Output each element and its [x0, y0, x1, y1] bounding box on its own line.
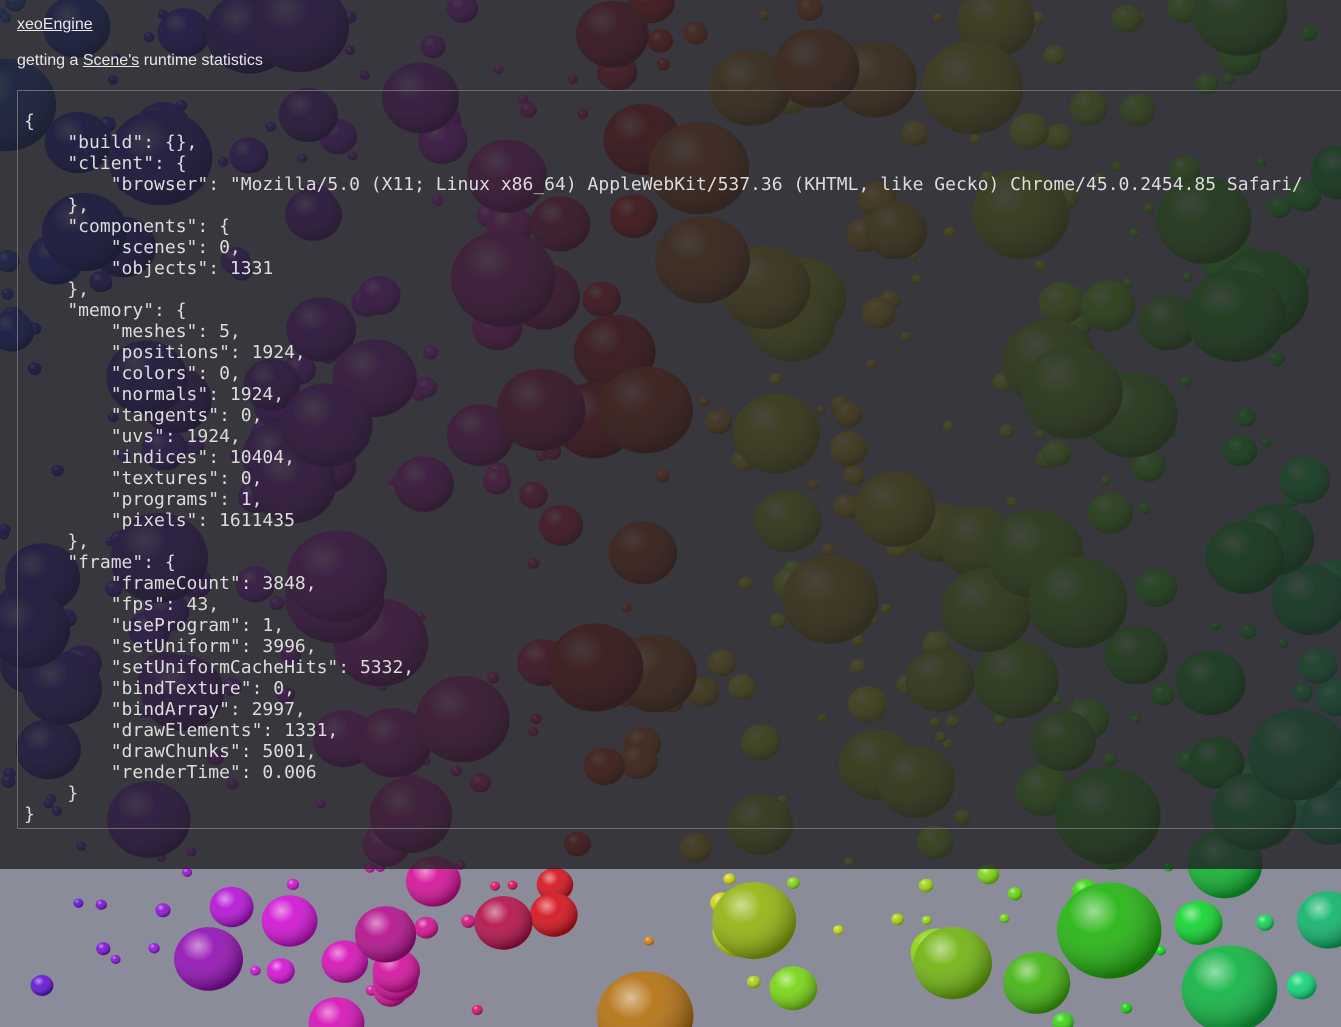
sphere: [913, 927, 992, 1000]
json-punctuation-line: },: [67, 279, 90, 300]
scene-link[interactable]: Scene's: [83, 52, 139, 69]
sphere: [354, 906, 417, 963]
title-link[interactable]: xeoEngine: [17, 16, 93, 34]
sphere: [1256, 914, 1274, 931]
stat-line-frame-bindTexture: "bindTexture": 0,: [110, 678, 295, 699]
sphere: [529, 892, 578, 937]
sphere: [1120, 1002, 1133, 1014]
stat-line-components-objects: "objects": 1331: [110, 258, 274, 279]
sphere: [155, 903, 171, 918]
sphere: [891, 913, 904, 926]
sphere: [1003, 952, 1071, 1014]
sphere: [96, 942, 111, 956]
sphere: [261, 895, 318, 947]
sphere: [1057, 882, 1162, 979]
stat-line-memory-meshes: "meshes": 5,: [110, 321, 241, 342]
subtitle: getting a Scene's runtime statistics: [17, 52, 263, 70]
stat-line-client-browser: "browser": "Mozilla/5.0 (X11; Linux x86_…: [110, 174, 1303, 195]
stat-line-frame-drawChunks: "drawChunks": 5001,: [110, 741, 317, 762]
sphere: [1174, 900, 1223, 945]
sphere: [148, 943, 160, 954]
sphere: [490, 881, 501, 891]
subtitle-suffix: runtime statistics: [139, 52, 263, 69]
sphere: [461, 914, 476, 928]
stat-line-components-scenes: "scenes": 0,: [110, 237, 241, 258]
json-punctuation-line: "frame": {: [67, 552, 176, 573]
stat-line-memory-positions: "positions": 1924,: [110, 342, 306, 363]
sphere: [30, 974, 54, 996]
sphere: [73, 898, 84, 908]
json-punctuation-line: },: [67, 531, 90, 552]
stat-line-memory-tangents: "tangents": 0,: [110, 405, 263, 426]
json-punctuation-line: "components": {: [67, 216, 230, 237]
stat-line-memory-colors: "colors": 0,: [110, 363, 241, 384]
sphere: [644, 936, 654, 946]
stats-panel: { "build": {}, "client": { "browser": "M…: [17, 90, 1341, 829]
stat-line-frame-bindArray: "bindArray": 2997,: [110, 699, 306, 720]
json-punctuation-line: {: [24, 111, 35, 132]
sphere: [769, 966, 818, 1011]
subtitle-prefix: getting a: [17, 52, 83, 69]
stat-line-memory-programs: "programs": 1,: [110, 489, 263, 510]
json-punctuation-line: },: [67, 195, 90, 216]
scene-viewport[interactable]: xeoEngine getting a Scene's runtime stat…: [0, 0, 1341, 1027]
json-punctuation-line: }: [67, 783, 79, 804]
sphere: [174, 927, 243, 991]
sphere: [110, 954, 121, 965]
sphere: [507, 880, 518, 890]
sphere: [209, 886, 254, 928]
json-punctuation-line: "memory": {: [67, 300, 187, 321]
sphere: [182, 867, 193, 877]
stat-line-frame-setUniformCacheHits: "setUniformCacheHits": 5332,: [110, 657, 415, 678]
stats-overlay: xeoEngine getting a Scene's runtime stat…: [0, 0, 1341, 869]
stat-line-build: "build": {},: [67, 132, 198, 153]
sphere: [471, 1004, 483, 1016]
json-punctuation-line: "client": {: [67, 153, 187, 174]
sphere: [723, 873, 736, 885]
sphere: [286, 878, 299, 891]
stat-line-frame-frameCount: "frameCount": 3848,: [110, 573, 317, 594]
sphere: [746, 975, 761, 989]
sphere: [266, 958, 295, 984]
stat-line-frame-renderTime: "renderTime": 0.006: [110, 762, 317, 783]
sphere: [95, 899, 107, 910]
stat-line-memory-indices: "indices": 10404,: [110, 447, 295, 468]
sphere: [712, 882, 797, 960]
stats-json: { "build": {}, "client": { "browser": "M…: [24, 111, 1303, 825]
stat-line-frame-setUniform: "setUniform": 3996,: [110, 636, 317, 657]
sphere: [1007, 887, 1023, 901]
stat-line-memory-normals: "normals": 1924,: [110, 384, 285, 405]
stat-line-frame-fps: "fps": 43,: [110, 594, 220, 615]
stat-line-frame-drawElements: "drawElements": 1331,: [110, 720, 339, 741]
sphere: [918, 878, 934, 893]
stat-line-memory-uvs: "uvs": 1924,: [110, 426, 241, 447]
stat-line-memory-textures: "textures": 0,: [110, 468, 263, 489]
json-punctuation-line: }: [24, 804, 35, 825]
sphere: [833, 925, 844, 935]
sphere: [250, 965, 261, 976]
sphere: [1286, 972, 1317, 1000]
sphere: [474, 896, 533, 950]
stat-line-memory-pixels: "pixels": 1611435: [110, 510, 295, 531]
sphere: [414, 916, 439, 939]
sphere: [921, 915, 932, 926]
sphere: [999, 913, 1010, 924]
sphere: [786, 877, 800, 889]
stat-line-frame-useProgram: "useProgram": 1,: [110, 615, 285, 636]
